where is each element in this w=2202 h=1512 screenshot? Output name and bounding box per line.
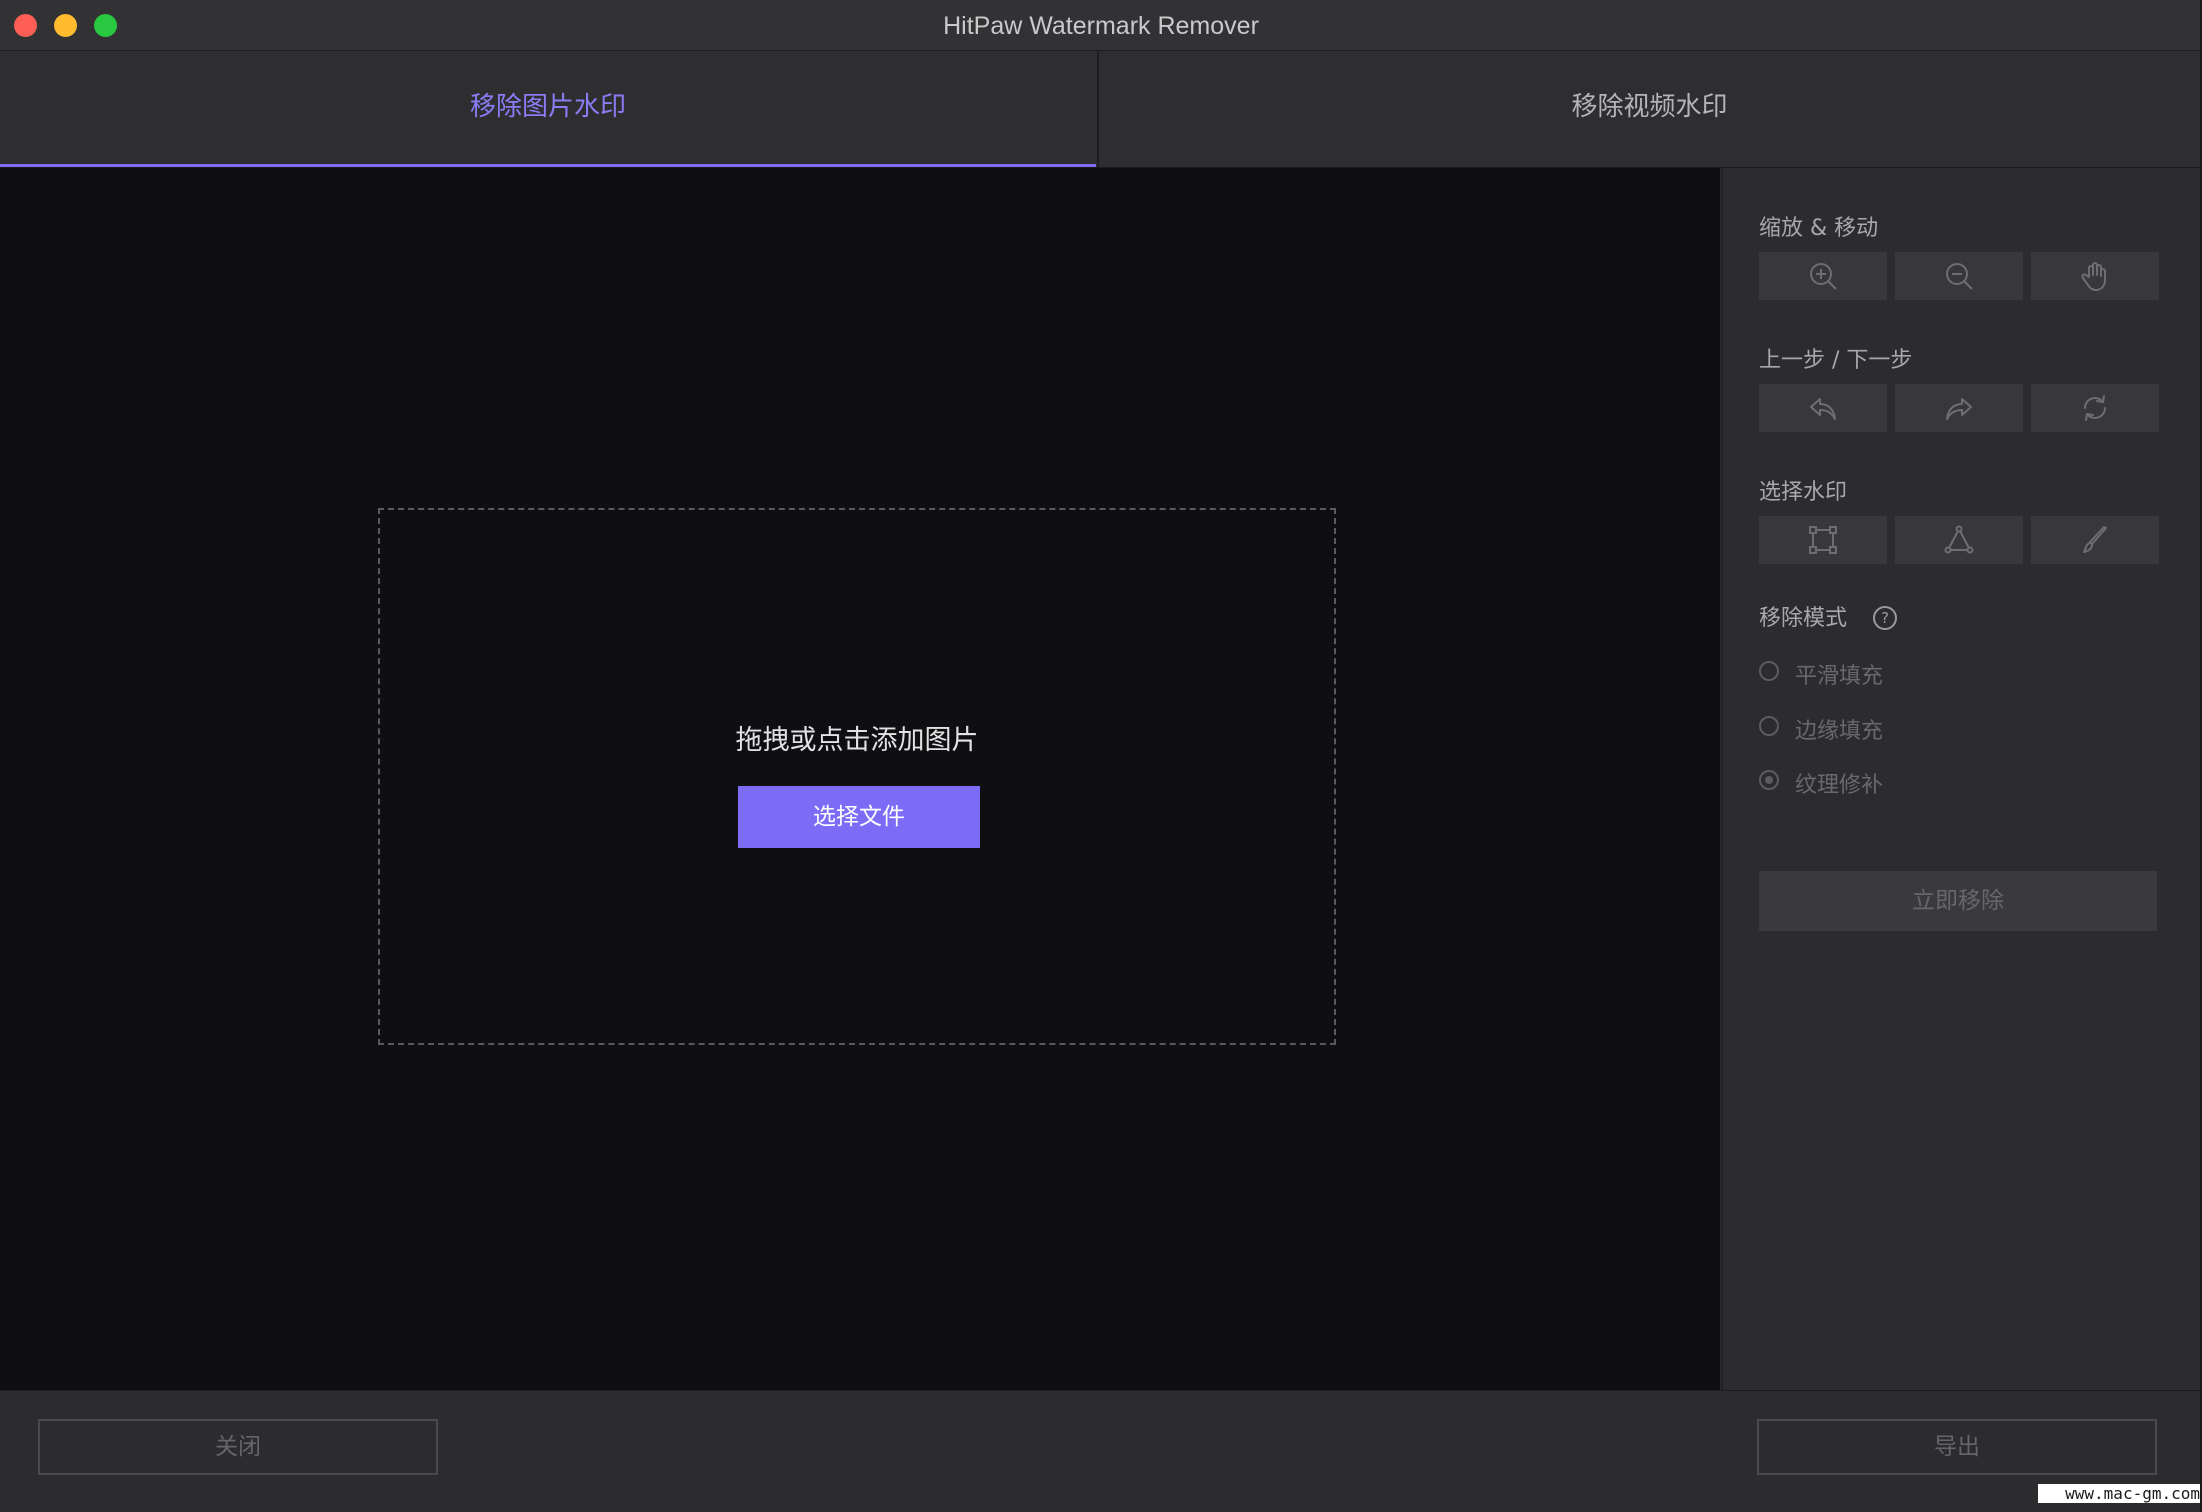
radio-edge-fill[interactable] [1759, 716, 1779, 736]
zoom-out-icon [1946, 263, 1973, 290]
rectangle-select-button[interactable] [1759, 516, 1887, 564]
close-button[interactable]: 关闭 [38, 1419, 438, 1475]
undo-icon [1810, 398, 1836, 420]
zoom-out-button[interactable] [1895, 252, 2023, 300]
bottom-bar: 关闭 导出 [0, 1390, 2200, 1511]
site-watermark: www.mac-gm.com [2038, 1484, 2200, 1503]
window-title: HitPaw Watermark Remover [943, 12, 1259, 40]
reset-button[interactable] [2031, 384, 2159, 432]
zoom-in-icon [1810, 263, 1837, 290]
tool-panel: 缩放 & 移动 上一步 / 下一步 选择水印 移除模式 ? 平滑填充 边缘填充 … [1721, 168, 2201, 1390]
select-file-button[interactable]: 选择文件 [738, 786, 980, 848]
radio-texture-repair[interactable] [1759, 770, 1779, 790]
radio-label-edge-fill: 边缘填充 [1795, 719, 1884, 744]
select-watermark-title: 选择水印 [1759, 480, 1848, 505]
polygon-select-button[interactable] [1895, 516, 2023, 564]
hand-icon [2081, 262, 2106, 291]
polygon-select-icon [1944, 525, 1974, 554]
redo-button[interactable] [1895, 384, 2023, 432]
mode-tabs: 移除图片水印 移除视频水印 [0, 51, 2200, 168]
app-window: HitPaw Watermark Remover 移除图片水印 移除视频水印 拖… [0, 0, 2202, 1512]
drop-instruction: 拖拽或点击添加图片 [735, 725, 979, 756]
tab-remove-video-watermark[interactable]: 移除视频水印 [1097, 51, 2200, 167]
brush-select-button[interactable] [2031, 516, 2159, 564]
brush-icon [2083, 526, 2107, 553]
radio-smooth-fill[interactable] [1759, 661, 1779, 681]
export-button[interactable]: 导出 [1757, 1419, 2157, 1475]
pan-hand-button[interactable] [2031, 252, 2159, 300]
help-icon[interactable]: ? [1873, 606, 1897, 630]
undo-button[interactable] [1759, 384, 1887, 432]
image-canvas[interactable]: 拖拽或点击添加图片 选择文件 [0, 168, 1720, 1390]
redo-icon [1946, 398, 1972, 420]
radio-label-texture-repair: 纹理修补 [1795, 773, 1884, 798]
zoom-move-title: 缩放 & 移动 [1759, 216, 1879, 241]
tab-remove-image-watermark[interactable]: 移除图片水印 [0, 51, 1096, 167]
reset-icon [2084, 395, 2106, 421]
remove-mode-title: 移除模式 [1759, 606, 1848, 631]
zoom-in-button[interactable] [1759, 252, 1887, 300]
drop-zone[interactable]: 拖拽或点击添加图片 选择文件 [378, 508, 1336, 1045]
remove-now-button[interactable]: 立即移除 [1759, 871, 2157, 931]
radio-label-smooth-fill: 平滑填充 [1795, 664, 1884, 689]
undo-redo-title: 上一步 / 下一步 [1759, 348, 1913, 373]
title-bar[interactable]: HitPaw Watermark Remover [0, 0, 2202, 51]
rectangle-select-icon [1809, 526, 1837, 554]
